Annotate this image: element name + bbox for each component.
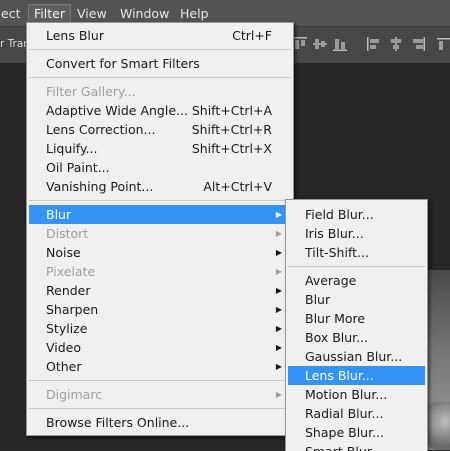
menu-item-label: Average: [305, 273, 357, 288]
submenu-item-iris-blur[interactable]: Iris Blur...: [288, 224, 425, 243]
menu-item-other[interactable]: Other ▶: [29, 357, 291, 376]
menu-item-label: Distort: [46, 226, 89, 241]
menu-item-label: Box Blur...: [305, 330, 369, 345]
align-left-icon[interactable]: [366, 36, 382, 52]
menu-item-label: Sharpen: [46, 302, 99, 317]
menu-separator: [29, 49, 291, 50]
menu-item-shortcut: Alt+Ctrl+V: [203, 179, 272, 194]
menu-window[interactable]: Window: [115, 5, 174, 22]
menu-item-last-filter[interactable]: Lens Blur Ctrl+F: [29, 26, 291, 45]
menu-view[interactable]: View: [72, 5, 112, 22]
submenu-item-shape-blur[interactable]: Shape Blur...: [288, 423, 425, 442]
menu-item-render[interactable]: Render ▶: [29, 281, 291, 300]
submenu-item-blur-more[interactable]: Blur More: [288, 309, 425, 328]
menu-item-label: Gaussian Blur...: [305, 349, 403, 364]
menu-item-stylize[interactable]: Stylize ▶: [29, 319, 291, 338]
submenu-arrow-icon: ▶: [275, 229, 282, 238]
menu-item-label: Radial Blur...: [305, 406, 384, 421]
menu-item-filter-gallery: Filter Gallery...: [29, 82, 291, 101]
submenu-arrow-icon: ▶: [275, 305, 282, 314]
menu-item-label: Lens Blur: [46, 28, 104, 43]
submenu-arrow-icon: ▶: [275, 362, 282, 371]
menu-item-label: Lens Blur...: [305, 368, 374, 383]
menu-filter[interactable]: Filter: [28, 4, 71, 23]
menu-item-pixelate: Pixelate ▶: [29, 262, 291, 281]
menu-item-shortcut: Shift+Ctrl+X: [191, 141, 272, 156]
menu-select[interactable]: ect: [0, 5, 25, 22]
submenu-item-gaussian-blur[interactable]: Gaussian Blur...: [288, 347, 425, 366]
submenu-arrow-icon: ▶: [275, 267, 282, 276]
submenu-arrow-icon: ▶: [275, 324, 282, 333]
menu-item-liquify[interactable]: Liquify... Shift+Ctrl+X: [29, 139, 291, 158]
submenu-item-motion-blur[interactable]: Motion Blur...: [288, 385, 425, 404]
menu-separator: [29, 380, 291, 381]
align-right-icon[interactable]: [410, 36, 426, 52]
menu-item-label: Filter Gallery...: [46, 84, 136, 99]
menu-item-shortcut: Ctrl+F: [232, 28, 272, 43]
menu-item-label: Blur: [305, 292, 331, 307]
distribute-top-icon[interactable]: [436, 36, 450, 52]
menu-item-label: Other: [46, 359, 82, 374]
submenu-item-average[interactable]: Average: [288, 271, 425, 290]
menu-item-label: Pixelate: [46, 264, 96, 279]
align-horizontal-center-icon[interactable]: [388, 36, 404, 52]
menu-item-label: Stylize: [46, 321, 88, 336]
menu-separator: [29, 200, 291, 201]
menu-help[interactable]: Help: [175, 5, 214, 22]
menu-item-shortcut: Shift+Ctrl+R: [191, 122, 272, 137]
menu-item-label: Blur: [46, 207, 72, 222]
menu-item-browse-filters-online[interactable]: Browse Filters Online...: [29, 413, 291, 432]
menu-item-label: Iris Blur...: [305, 226, 364, 241]
menu-item-label: Tilt-Shift...: [305, 245, 369, 260]
align-top-icon[interactable]: [292, 36, 308, 52]
submenu-item-blur[interactable]: Blur: [288, 290, 425, 309]
menu-item-oil-paint[interactable]: Oil Paint...: [29, 158, 291, 177]
menu-item-lens-correction[interactable]: Lens Correction... Shift+Ctrl+R: [29, 120, 291, 139]
menu-item-label: Liquify...: [46, 141, 98, 156]
menu-separator: [288, 266, 425, 267]
menu-item-label: Adaptive Wide Angle...: [46, 103, 188, 118]
align-bottom-icon[interactable]: [332, 36, 348, 52]
menu-item-label: Browse Filters Online...: [46, 415, 190, 430]
submenu-arrow-icon: ▶: [275, 248, 282, 257]
align-vertical-center-icon[interactable]: [312, 36, 328, 52]
submenu-item-radial-blur[interactable]: Radial Blur...: [288, 404, 425, 423]
submenu-arrow-icon: ▶: [275, 210, 282, 219]
menu-item-convert-smart-filters[interactable]: Convert for Smart Filters: [29, 54, 291, 73]
menu-item-label: Digimarc: [46, 387, 103, 402]
menu-item-label: Oil Paint...: [46, 160, 110, 175]
blur-submenu: Field Blur... Iris Blur... Tilt-Shift...…: [285, 199, 428, 451]
menu-item-label: Blur More: [305, 311, 366, 326]
submenu-arrow-icon: ▶: [275, 286, 282, 295]
menu-item-label: Field Blur...: [305, 207, 374, 222]
menu-item-vanishing-point[interactable]: Vanishing Point... Alt+Ctrl+V: [29, 177, 291, 196]
filter-menu: Lens Blur Ctrl+F Convert for Smart Filte…: [26, 22, 294, 436]
menu-item-label: Vanishing Point...: [46, 179, 154, 194]
menu-item-label: Video: [46, 340, 82, 355]
menu-item-digimarc: Digimarc ▶: [29, 385, 291, 404]
menu-separator: [29, 408, 291, 409]
menu-item-label: Noise: [46, 245, 81, 260]
submenu-item-tilt-shift[interactable]: Tilt-Shift...: [288, 243, 425, 262]
menu-item-label: Shape Blur...: [305, 425, 384, 440]
submenu-item-field-blur[interactable]: Field Blur...: [288, 205, 425, 224]
menu-item-label: Render: [46, 283, 91, 298]
menu-item-noise[interactable]: Noise ▶: [29, 243, 291, 262]
menu-item-video[interactable]: Video ▶: [29, 338, 291, 357]
menu-separator: [29, 77, 291, 78]
menu-item-label: Convert for Smart Filters: [46, 56, 200, 71]
menu-item-blur[interactable]: Blur ▶: [29, 205, 291, 224]
menu-item-shortcut: Shift+Ctrl+A: [191, 103, 272, 118]
submenu-arrow-icon: ▶: [275, 343, 282, 352]
menu-item-adaptive-wide-angle[interactable]: Adaptive Wide Angle... Shift+Ctrl+A: [29, 101, 291, 120]
menu-item-sharpen[interactable]: Sharpen ▶: [29, 300, 291, 319]
menu-item-label: Lens Correction...: [46, 122, 156, 137]
submenu-item-lens-blur[interactable]: Lens Blur...: [288, 366, 425, 385]
menu-item-label: Motion Blur...: [305, 387, 388, 402]
submenu-arrow-icon: ▶: [275, 390, 282, 399]
menu-item-distort: Distort ▶: [29, 224, 291, 243]
submenu-item-box-blur[interactable]: Box Blur...: [288, 328, 425, 347]
